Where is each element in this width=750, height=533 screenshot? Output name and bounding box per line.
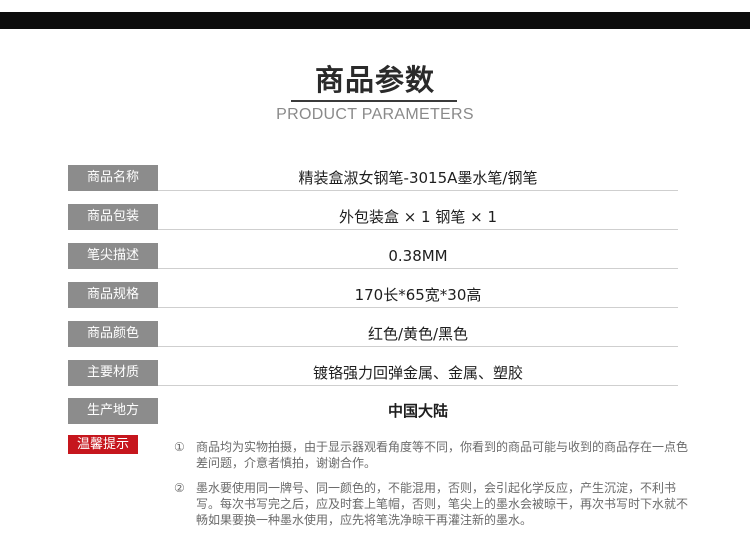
top-bar bbox=[0, 12, 750, 29]
row-divider bbox=[158, 385, 678, 386]
row-divider bbox=[158, 190, 678, 191]
tips-badge: 温馨提示 bbox=[68, 435, 138, 454]
param-value: 红色/黄色/黑色 bbox=[367, 325, 469, 343]
param-value: 0.38MM bbox=[388, 247, 448, 265]
param-row-material: 主要材质 镀铬强力回弹金属、金属、塑胶 bbox=[68, 360, 678, 386]
note-text: 商品均为实物拍摄，由于显示器观看角度等不同，你看到的商品可能与收到的商品存在一点… bbox=[196, 440, 689, 470]
page-title: 商品参数 bbox=[314, 63, 435, 97]
row-divider bbox=[158, 268, 678, 269]
param-value: 外包装盒 × 1 钢笔 × 1 bbox=[338, 208, 498, 226]
param-value: 中国大陆 bbox=[387, 402, 448, 420]
param-value: 精装盒淑女钢笔-3015A墨水笔/钢笔 bbox=[298, 169, 538, 187]
param-row-package: 商品包装 外包装盒 × 1 钢笔 × 1 bbox=[68, 204, 678, 230]
row-divider bbox=[158, 307, 678, 308]
note-number: ② bbox=[174, 481, 185, 495]
param-row-nib: 笔尖描述 0.38MM bbox=[68, 243, 678, 269]
param-label: 商品颜色 bbox=[68, 321, 158, 347]
param-value: 镀铬强力回弹金属、金属、塑胶 bbox=[312, 364, 523, 382]
row-divider bbox=[158, 229, 678, 230]
page-subtitle: PRODUCT PARAMETERS bbox=[276, 106, 474, 123]
param-label: 商品规格 bbox=[68, 282, 158, 308]
param-label: 商品名称 bbox=[68, 165, 158, 191]
note-number: ① bbox=[174, 440, 185, 454]
note-text: 墨水要使用同一牌号、同一颜色的，不能混用，否则，会引起化学反应，产生沉淀，不利书… bbox=[196, 481, 689, 527]
param-label: 商品包装 bbox=[68, 204, 158, 230]
param-label: 笔尖描述 bbox=[68, 243, 158, 269]
param-row-color: 商品颜色 红色/黄色/黑色 bbox=[68, 321, 678, 347]
param-row-origin: 生产地方 中国大陆 bbox=[68, 398, 678, 424]
param-row-name: 商品名称 精装盒淑女钢笔-3015A墨水笔/钢笔 bbox=[68, 165, 678, 191]
param-row-size: 商品规格 170长*65宽*30高 bbox=[68, 282, 678, 308]
row-divider bbox=[158, 346, 678, 347]
param-label: 主要材质 bbox=[68, 360, 158, 386]
param-label: 生产地方 bbox=[68, 398, 158, 424]
param-value: 170长*65宽*30高 bbox=[354, 286, 482, 304]
title-underline bbox=[291, 100, 457, 102]
